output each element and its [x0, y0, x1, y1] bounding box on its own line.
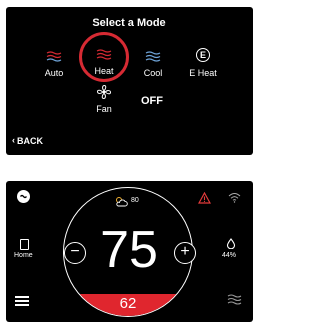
home-device-icon [20, 239, 29, 250]
increase-temp-button[interactable]: + [174, 242, 196, 264]
thermostat-home-screen: 62 80 Home 44% − + 75 [6, 181, 253, 322]
outdoor-weather: 80 [114, 196, 154, 210]
outdoor-temp: 80 [131, 197, 139, 204]
chevron-left-icon: ‹ [12, 135, 15, 145]
current-temperature: 75 [100, 221, 158, 279]
fan-icon [96, 84, 112, 100]
back-label: BACK [17, 136, 43, 146]
warning-triangle-icon[interactable] [198, 192, 211, 204]
humidity-indicator: 44% [220, 238, 244, 264]
mode-select-title: Select a Mode [92, 17, 166, 29]
auto-wave-icon [46, 51, 62, 62]
mode-auto-button[interactable]: Auto [36, 49, 72, 89]
mode-cool-label: Cool [143, 68, 163, 78]
mode-select-screen: Select a Mode Auto Heat Cool E E Heat Fa… [6, 7, 253, 155]
decrease-temp-button[interactable]: − [64, 242, 86, 264]
cool-wave-icon [145, 51, 161, 62]
setpoint-value: 62 [119, 295, 137, 312]
back-button[interactable]: ‹ BACK [12, 135, 52, 147]
setpoint-bar[interactable]: 62 [64, 294, 192, 316]
mode-heat-button[interactable]: Heat [79, 32, 129, 82]
fan-label: Fan [96, 104, 112, 114]
heat-wave-icon[interactable] [227, 294, 242, 306]
emergency-heat-icon: E [196, 48, 210, 62]
mode-eheat-button[interactable]: E E Heat [183, 47, 223, 89]
rheem-logo-icon[interactable] [17, 190, 30, 203]
humidity-value: 44% [222, 252, 237, 259]
fan-button[interactable]: Fan [91, 84, 117, 118]
hamburger-menu-icon[interactable] [15, 296, 29, 306]
water-drop-icon [226, 238, 236, 249]
mode-auto-label: Auto [44, 68, 64, 78]
off-button[interactable]: OFF [141, 95, 163, 107]
mode-cool-button[interactable]: Cool [135, 49, 171, 89]
mode-heat-label: Heat [94, 66, 114, 76]
heat-wave-icon [96, 49, 112, 60]
wifi-icon[interactable] [228, 192, 241, 203]
partly-sunny-icon [116, 197, 128, 207]
mode-eheat-label: E Heat [189, 68, 217, 78]
home-button[interactable]: Home [12, 239, 38, 265]
home-label: Home [14, 252, 33, 259]
